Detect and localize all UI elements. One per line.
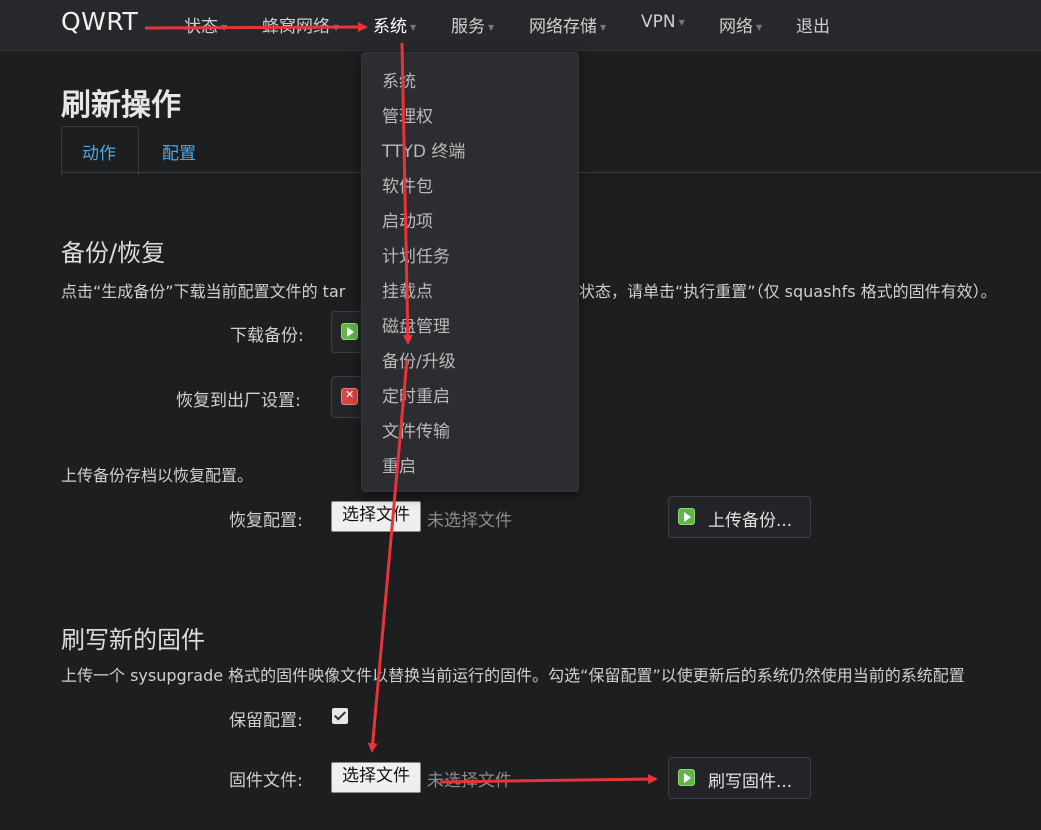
play-icon — [678, 508, 695, 525]
system-dropdown-menu: 系统 管理权 TTYD 终端 软件包 启动项 计划任务 挂载点 磁盘管理 备份/… — [361, 52, 579, 492]
menu-item-reboot[interactable]: 重启 — [382, 452, 416, 477]
tab-actions[interactable]: 动作 — [82, 139, 116, 164]
factory-reset-label: 恢复到出厂设置: — [176, 391, 301, 411]
menu-item-file-transfer[interactable]: 文件传输 — [382, 417, 450, 442]
keep-config-label: 保留配置: — [229, 711, 303, 731]
nav-nas[interactable]: 网络存储 ▼ — [529, 12, 606, 37]
firmware-choose-file-button[interactable]: 选择文件 — [331, 762, 421, 793]
backup-description-right: 状态，请单击“执行重置”（仅 squashfs 格式的固件有效）。 — [579, 282, 997, 301]
nav-logout-label: 退出 — [796, 17, 830, 37]
chevron-down-icon: ▼ — [221, 22, 228, 32]
restore-config-label: 恢复配置: — [229, 511, 303, 531]
flash-description: 上传一个 sysupgrade 格式的固件映像文件以替换当前运行的固件。勾选“保… — [61, 666, 965, 685]
menu-item-ttyd[interactable]: TTYD 终端 — [382, 137, 465, 162]
chevron-down-icon: ▼ — [678, 17, 685, 27]
menu-item-scheduled-reboot[interactable]: 定时重启 — [382, 382, 450, 407]
backup-description-left: 点击“生成备份”下载当前配置文件的 tar — [61, 282, 346, 301]
backup-description: 点击“生成备份”下载当前配置文件的 tar — [61, 278, 345, 302]
flash-firmware-button[interactable]: 刷写固件... — [668, 757, 811, 799]
nav-vpn-label: VPN — [641, 12, 676, 32]
nav-status-label: 状态 — [184, 17, 218, 37]
play-icon — [678, 769, 695, 786]
close-icon — [341, 388, 358, 405]
nav-status[interactable]: 状态 ▼ — [184, 12, 227, 37]
chevron-down-icon: ▼ — [756, 22, 763, 32]
nav-services-label: 服务 — [451, 17, 485, 37]
menu-item-system[interactable]: 系统 — [382, 67, 416, 92]
nav-network-label: 网络 — [719, 17, 753, 37]
restore-file-status: 未选择文件 — [427, 511, 512, 531]
nav-services[interactable]: 服务 ▼ — [451, 12, 494, 37]
restore-choose-file-button[interactable]: 选择文件 — [331, 501, 421, 532]
chevron-down-icon: ▼ — [333, 22, 340, 32]
menu-item-disk-manager[interactable]: 磁盘管理 — [382, 312, 450, 337]
download-backup-label: 下载备份: — [230, 326, 304, 346]
tab-config[interactable]: 配置 — [162, 139, 196, 164]
nav-cellular-label: 蜂窝网络 — [262, 17, 330, 37]
upload-backup-button[interactable]: 上传备份... — [668, 496, 811, 538]
top-navbar: QWRT 状态 ▼ 蜂窝网络 ▼ 系统 ▼ 服务 ▼ 网络存储 ▼ VPN ▼ 网络 ▼ 退出 — [0, 0, 1041, 51]
upload-backup-description: 上传备份存档以恢复配置。 — [61, 466, 254, 485]
menu-item-mountpoints[interactable]: 挂载点 — [382, 277, 433, 302]
menu-item-startup[interactable]: 启动项 — [382, 207, 433, 232]
nav-nas-label: 网络存储 — [529, 17, 597, 37]
nav-vpn[interactable]: VPN ▼ — [641, 12, 685, 32]
nav-network[interactable]: 网络 ▼ — [719, 12, 762, 37]
keep-config-checkbox[interactable] — [332, 708, 348, 724]
firmware-file-label: 固件文件: — [229, 771, 303, 791]
nav-system-label: 系统 — [373, 17, 407, 37]
backup-section-title: 备份/恢复 — [61, 239, 166, 267]
flash-section-title: 刷写新的固件 — [61, 626, 205, 654]
menu-item-backup-upgrade[interactable]: 备份/升级 — [382, 347, 456, 372]
brand-logo[interactable]: QWRT — [61, 7, 138, 36]
menu-item-admin[interactable]: 管理权 — [382, 102, 433, 127]
page-title: 刷新操作 — [61, 88, 181, 123]
firmware-file-status: 未选择文件 — [427, 771, 512, 791]
chevron-down-icon: ▼ — [600, 22, 607, 32]
nav-logout[interactable]: 退出 — [796, 12, 830, 37]
menu-item-crontab[interactable]: 计划任务 — [382, 242, 450, 267]
nav-system[interactable]: 系统 ▼ — [373, 12, 416, 37]
upload-backup-button-label: 上传备份... — [708, 511, 793, 531]
flash-firmware-button-label: 刷写固件... — [708, 772, 793, 792]
chevron-down-icon: ▼ — [488, 22, 495, 32]
chevron-down-icon: ▼ — [410, 22, 417, 32]
nav-cellular[interactable]: 蜂窝网络 ▼ — [262, 12, 339, 37]
play-icon — [341, 323, 358, 340]
menu-item-software[interactable]: 软件包 — [382, 172, 433, 197]
